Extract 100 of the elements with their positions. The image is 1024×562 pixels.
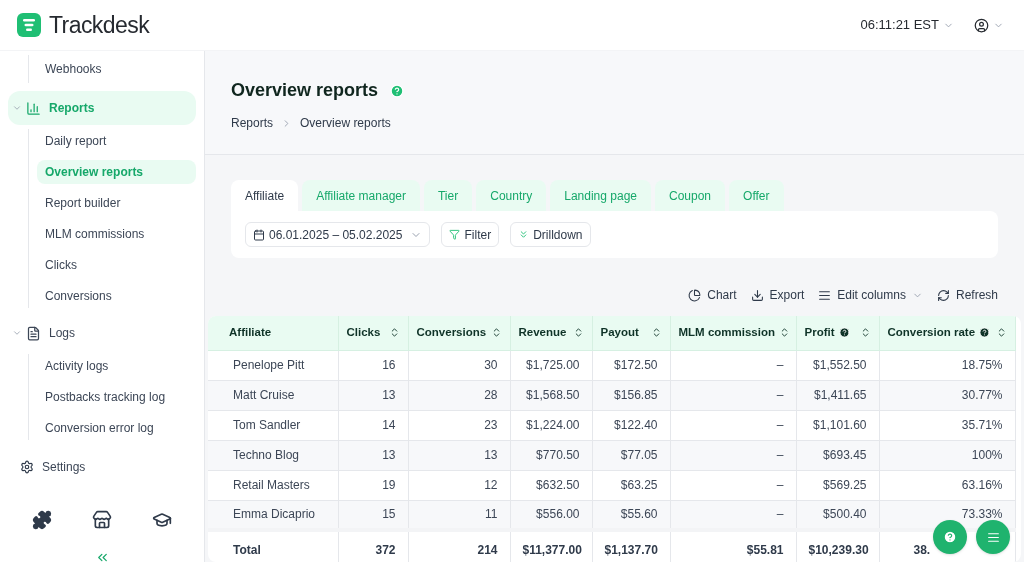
drilldown-button[interactable]: Drilldown xyxy=(510,222,591,247)
funnel-icon xyxy=(449,229,461,240)
column-header[interactable]: Revenue xyxy=(510,316,592,350)
table-cell: $632.50 xyxy=(510,470,592,500)
toolbar-button[interactable]: Edit columns xyxy=(818,286,923,304)
sidebar-item[interactable]: Activity logs xyxy=(37,354,196,378)
table-cell: 19 xyxy=(338,470,408,500)
table-cell: $77.05 xyxy=(592,440,670,470)
table-cell: Emma Dicaprio xyxy=(208,500,338,530)
time-dropdown[interactable]: 06:11:21 EST xyxy=(860,15,954,35)
table-cell: 30 xyxy=(408,350,510,380)
table-cell: $556.00 xyxy=(510,500,592,530)
total-cell: $10,239.30 xyxy=(796,530,879,562)
table-cell: $1,224.00 xyxy=(510,410,592,440)
column-header[interactable]: Clicks xyxy=(338,316,408,350)
total-cell: $11,377.00 xyxy=(510,530,592,562)
column-header[interactable]: Payout xyxy=(592,316,670,350)
table-cell: – xyxy=(670,500,796,530)
download-icon xyxy=(750,288,764,302)
table-cell: $172.50 xyxy=(592,350,670,380)
table-cell: $569.25 xyxy=(796,470,879,500)
table-cell: 100% xyxy=(879,440,1015,470)
table-cell: 11 xyxy=(408,500,510,530)
bar-chart-icon xyxy=(26,100,41,116)
table-cell: $122.40 xyxy=(592,410,670,440)
table-cell: 16 xyxy=(338,350,408,380)
total-cell: 214 xyxy=(408,530,510,562)
table-cell: – xyxy=(670,470,796,500)
column-label: Conversion rate xyxy=(887,325,976,341)
total-cell: Total xyxy=(208,530,338,562)
toolbar-button[interactable]: Refresh xyxy=(936,286,998,304)
column-header[interactable]: MLM commission xyxy=(670,316,796,350)
column-header[interactable]: Conversion rate xyxy=(879,316,1015,350)
table-cell: $1,568.50 xyxy=(510,380,592,410)
sidebar-item[interactable]: Settings xyxy=(8,452,196,482)
table-cell: $1,411.65 xyxy=(796,380,879,410)
column-header[interactable]: Profit xyxy=(796,316,879,350)
table-cell: 13 xyxy=(338,440,408,470)
sidebar-item[interactable]: Postbacks tracking log xyxy=(37,385,196,409)
breadcrumb-item[interactable]: Reports xyxy=(231,114,274,132)
app-name: Trackdesk xyxy=(49,10,150,40)
account-menu[interactable] xyxy=(974,17,1004,33)
sidebar-item[interactable]: Clicks xyxy=(37,253,196,277)
table-cell: $156.85 xyxy=(592,380,670,410)
sidebar-group[interactable]: Logs xyxy=(8,316,196,350)
table-cell: 18.75% xyxy=(879,350,1015,380)
table-cell: $63.25 xyxy=(592,470,670,500)
puzzle-icon[interactable] xyxy=(32,510,52,530)
sort-icon[interactable] xyxy=(779,327,790,339)
column-label: Revenue xyxy=(518,325,567,341)
sidebar-item[interactable]: Webhooks xyxy=(37,57,196,81)
sidebar-item[interactable]: Conversions xyxy=(37,284,196,308)
table-cell: Matt Cruise xyxy=(208,380,338,410)
table-cell: $1,552.50 xyxy=(796,350,879,380)
breadcrumb-item: Overview reports xyxy=(300,115,391,132)
table-cell: – xyxy=(670,410,796,440)
help-icon xyxy=(838,327,850,339)
table-cell: $1,101.60 xyxy=(796,410,879,440)
user-icon xyxy=(974,17,989,33)
table-cell: 13 xyxy=(408,440,510,470)
lines-icon xyxy=(986,530,1000,544)
table-cell: $55.60 xyxy=(592,500,670,530)
table-cell: Penelope Pitt xyxy=(208,350,338,380)
date-range-picker[interactable]: 06.01.2025 – 05.02.2025 xyxy=(245,222,431,247)
column-label: Conversions xyxy=(416,325,487,341)
table-cell: Tom Sandler xyxy=(208,410,338,440)
tab[interactable]: Affiliate xyxy=(231,180,299,211)
column-label: Clicks xyxy=(346,325,381,341)
table-cell: 30.77% xyxy=(879,380,1015,410)
sidebar-item[interactable]: MLM commissions xyxy=(37,222,196,246)
document-icon xyxy=(26,325,41,341)
store-icon[interactable] xyxy=(92,510,112,530)
table-cell: – xyxy=(670,350,796,380)
toolbar-button[interactable]: Export xyxy=(750,286,805,304)
column-label: Affiliate xyxy=(228,325,272,341)
toolbar-button[interactable]: Chart xyxy=(688,286,737,304)
page-title: Overview reports xyxy=(231,79,379,102)
total-cell: 372 xyxy=(338,530,408,562)
graduation-cap-icon[interactable] xyxy=(152,510,172,530)
calendar-icon xyxy=(253,228,265,241)
pie-chart-icon xyxy=(688,288,702,302)
column-label: Profit xyxy=(804,325,835,341)
table-cell: 28 xyxy=(408,380,510,410)
column-header[interactable]: Conversions xyxy=(408,316,510,350)
refresh-icon xyxy=(936,288,950,302)
sidebar-item[interactable]: Report builder xyxy=(37,191,196,215)
total-cell: $1,137.70 xyxy=(592,530,670,562)
column-label: MLM commission xyxy=(678,325,775,341)
help-icon xyxy=(979,327,991,339)
help-icon[interactable] xyxy=(390,83,405,98)
sidebar-item[interactable]: Daily report xyxy=(37,129,196,153)
table-cell: $500.40 xyxy=(796,500,879,530)
filter-button[interactable]: Filter xyxy=(441,222,500,247)
table-cell: $693.45 xyxy=(796,440,879,470)
chevron-icon xyxy=(12,328,22,338)
table-cell: 12 xyxy=(408,470,510,500)
sidebar-item[interactable]: Conversion error log xyxy=(37,416,196,440)
column-label: Payout xyxy=(600,325,639,341)
table-cell: 23 xyxy=(408,410,510,440)
logo-icon xyxy=(17,13,41,37)
